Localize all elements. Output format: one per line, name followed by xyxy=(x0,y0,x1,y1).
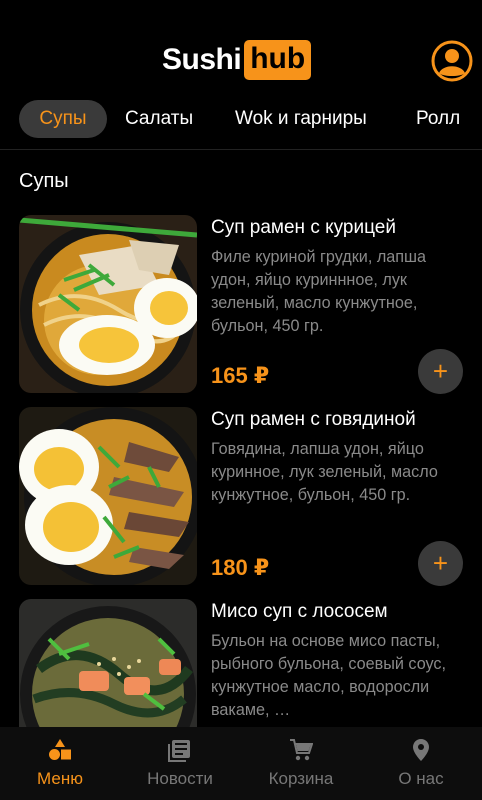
cart-icon xyxy=(290,739,313,761)
product-name: Суп рамен с курицей xyxy=(211,217,396,238)
section-title: Супы xyxy=(19,170,69,192)
product-image xyxy=(19,407,197,585)
nav-label: Меню xyxy=(37,769,83,788)
news-icon xyxy=(168,740,190,762)
product-card[interactable]: Мисо суп с лососем Бульон на основе мисо… xyxy=(0,599,482,727)
tab-label: Wok и гарниры xyxy=(235,108,367,129)
shapes-icon xyxy=(49,739,71,760)
nav-item-cart[interactable]: Корзина xyxy=(241,727,361,800)
product-name: Мисо суп с лососем xyxy=(211,601,388,622)
nav-label: Новости xyxy=(147,769,213,788)
logo-text-hub: hub xyxy=(244,40,312,80)
app-header: Sushi hub xyxy=(0,0,482,96)
product-price: 165 ₽ xyxy=(211,363,270,388)
app-logo[interactable]: Sushi hub xyxy=(162,38,312,82)
product-image xyxy=(19,599,197,727)
bottom-navigation: Меню Новости Корзина О нас xyxy=(0,727,482,800)
product-card[interactable]: Суп рамен с курицей Филе куриной грудки,… xyxy=(0,215,482,395)
product-description: Говядина, лапша удон, яйцо куринное, лук… xyxy=(211,440,438,504)
nav-label: О нас xyxy=(398,769,444,788)
category-tabs: Супы Салаты Wok и гарниры Ролл xyxy=(0,100,482,142)
add-to-cart-button[interactable]: + xyxy=(418,349,463,394)
tab-wok[interactable]: Wok и гарниры xyxy=(235,100,367,138)
location-pin-icon xyxy=(413,739,429,761)
tab-salads[interactable]: Салаты xyxy=(125,100,193,138)
nav-label: Корзина xyxy=(268,769,334,788)
product-name: Суп рамен с говядиной xyxy=(211,409,416,430)
tab-label: Ролл xyxy=(416,108,461,129)
nav-item-about[interactable]: О нас xyxy=(361,727,481,800)
nav-item-news[interactable]: Новости xyxy=(120,727,240,800)
tab-label: Супы xyxy=(39,108,87,129)
tab-soups[interactable]: Супы xyxy=(19,100,107,138)
logo-text-sushi: Sushi xyxy=(162,43,242,76)
product-price: 180 ₽ xyxy=(211,555,270,580)
product-description: Филе куриной грудки, лапша удон, яйцо ку… xyxy=(211,248,427,335)
product-card[interactable]: Суп рамен с говядиной Говядина, лапша уд… xyxy=(0,407,482,587)
nav-item-menu[interactable]: Меню xyxy=(0,727,120,800)
product-image xyxy=(19,215,197,393)
user-profile-icon xyxy=(431,40,473,82)
tabs-divider xyxy=(0,149,482,150)
tab-rolls[interactable]: Ролл xyxy=(416,100,460,138)
profile-button[interactable] xyxy=(431,40,473,82)
product-description: Бульон на основе мисо пасты, рыбного бул… xyxy=(211,632,447,719)
add-to-cart-button[interactable]: + xyxy=(418,541,463,586)
tab-label: Салаты xyxy=(125,108,194,129)
